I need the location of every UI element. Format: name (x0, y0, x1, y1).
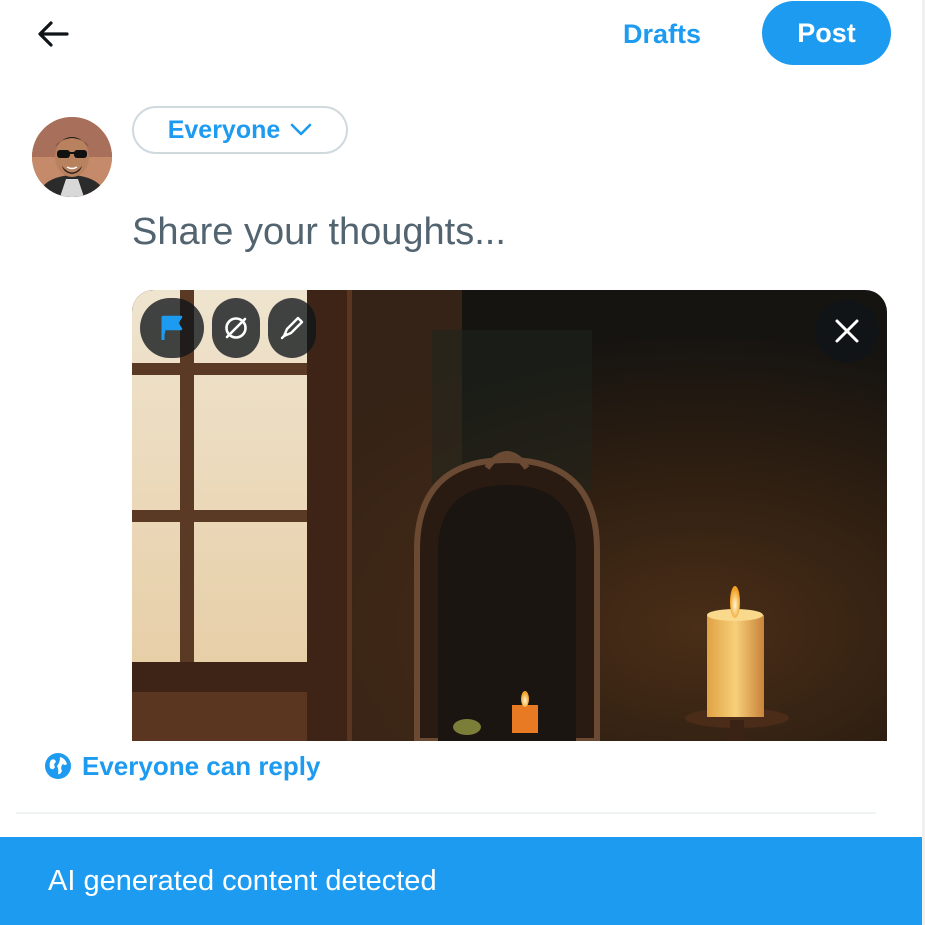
alt-text-icon (225, 317, 247, 339)
ai-content-banner: AI generated content detected (0, 837, 922, 925)
candle-painting-image (132, 290, 887, 741)
post-button[interactable]: Post (762, 1, 891, 65)
avatar-image (32, 117, 112, 197)
divider (16, 812, 876, 814)
audience-label: Everyone (167, 115, 281, 144)
audience-selector[interactable]: Everyone (132, 106, 348, 154)
post-composer-input[interactable] (132, 205, 852, 259)
chevron-down-icon (290, 123, 312, 136)
attached-image (132, 290, 887, 741)
drafts-button[interactable]: Drafts (605, 12, 719, 56)
remove-media-button[interactable] (815, 300, 879, 362)
edit-image-button[interactable] (268, 298, 316, 358)
alt-text-button[interactable] (212, 298, 260, 358)
back-button[interactable] (28, 12, 78, 56)
flag-icon (161, 315, 183, 340)
edit-icon (280, 316, 304, 340)
arrow-left-icon (38, 21, 69, 47)
banner-text: AI generated content detected (48, 864, 437, 897)
reply-setting-button[interactable]: Everyone can reply (44, 746, 320, 786)
reply-setting-label: Everyone can reply (82, 750, 321, 781)
avatar[interactable] (32, 117, 112, 197)
globe-icon (45, 753, 71, 779)
close-icon (835, 319, 859, 343)
content-warning-button[interactable] (140, 298, 204, 358)
